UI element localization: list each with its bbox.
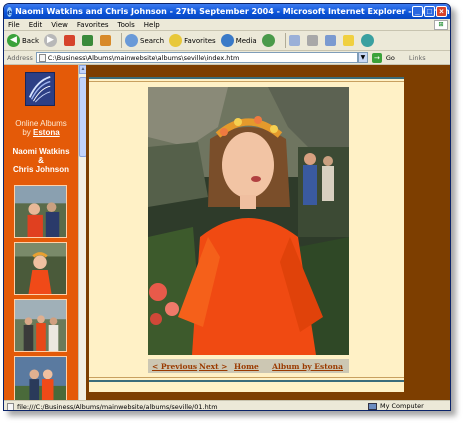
back-button[interactable]: ◀ Back xyxy=(7,34,39,47)
stop-icon xyxy=(64,35,75,46)
bottom-divider xyxy=(89,380,404,382)
mail-icon xyxy=(288,35,300,46)
search-icon xyxy=(125,34,138,47)
top-divider-thin xyxy=(89,81,404,82)
media-button[interactable]: Media xyxy=(220,34,257,47)
search-button[interactable]: Search xyxy=(125,34,164,47)
history-button[interactable] xyxy=(261,34,277,47)
search-label: Search xyxy=(140,36,165,45)
go-button[interactable]: → Go xyxy=(371,52,395,63)
media-icon xyxy=(220,34,234,47)
history-icon xyxy=(261,34,275,47)
menu-edit[interactable]: Edit xyxy=(29,21,43,29)
star-icon xyxy=(169,34,183,47)
page-content: Online Albums by Estona Naomi Watkins & … xyxy=(4,65,450,400)
discuss-button[interactable] xyxy=(342,35,356,46)
menu-file[interactable]: File xyxy=(8,21,20,29)
title-bar[interactable]: e Naomi Watkins and Chris Johnson - 27th… xyxy=(4,4,450,19)
thumbnail-1[interactable] xyxy=(14,185,67,238)
home-button[interactable] xyxy=(100,35,113,46)
forward-button[interactable]: ▶ xyxy=(44,34,59,47)
thumbnail-4[interactable] xyxy=(14,356,67,400)
address-label: Address xyxy=(7,53,33,62)
media-label: Media xyxy=(235,36,257,45)
browser-window: e Naomi Watkins and Chris Johnson - 27th… xyxy=(3,3,451,411)
refresh-button[interactable] xyxy=(82,35,95,46)
ampersand: & xyxy=(38,156,44,165)
maximize-button[interactable]: □ xyxy=(424,6,435,17)
stop-button[interactable] xyxy=(64,35,77,46)
menu-bar: File Edit View Favorites Tools Help ⊞ xyxy=(4,19,450,31)
windows-logo-icon: ⊞ xyxy=(434,20,448,30)
go-arrow-icon: → xyxy=(371,52,382,63)
security-zone: My Computer xyxy=(368,402,424,410)
thumbnail-3[interactable] xyxy=(14,299,67,352)
bottom-divider-thin xyxy=(89,377,404,378)
window-title: Naomi Watkins and Chris Johnson - 27th S… xyxy=(15,7,451,16)
go-label: Go xyxy=(385,53,395,62)
zone-label: My Computer xyxy=(380,402,424,410)
main-area: < Previous Next > Home Album by Estona xyxy=(86,65,432,400)
name-naomi: Naomi Watkins xyxy=(12,147,70,156)
site-logo[interactable] xyxy=(25,72,55,106)
main-photo xyxy=(148,87,349,355)
toolbar: ◀ Back ▶ Search Favorites Media xyxy=(4,31,450,51)
menu-favorites[interactable]: Favorites xyxy=(77,21,109,29)
photo-navigation: < Previous Next > Home Album by Estona xyxy=(148,359,349,373)
back-label: Back xyxy=(22,36,39,45)
top-divider xyxy=(89,77,404,79)
photo-panel: < Previous Next > Home Album by Estona xyxy=(89,77,404,392)
ie-icon: e xyxy=(7,6,13,17)
thumbnail-2[interactable] xyxy=(14,242,67,295)
page-icon xyxy=(7,402,14,410)
print-icon xyxy=(306,35,318,46)
menu-view[interactable]: View xyxy=(51,21,68,29)
next-link[interactable]: Next > xyxy=(199,362,227,371)
status-bar: file:///C:/Business/Albums/mainwebsite/a… xyxy=(4,400,450,411)
name-chris: Chris Johnson xyxy=(12,165,69,174)
favorites-label: Favorites xyxy=(184,36,216,45)
address-bar: Address C:\Business\Albums\mainwebsite\a… xyxy=(4,51,450,65)
edit-icon xyxy=(324,35,336,46)
messenger-icon xyxy=(360,34,374,47)
forward-arrow-icon: ▶ xyxy=(44,34,57,47)
sidebar-scrollbar[interactable]: ▲ xyxy=(78,65,87,400)
close-button[interactable]: × xyxy=(436,6,447,17)
estona-link[interactable]: Estona xyxy=(33,128,60,137)
status-url: file:///C:/Business/Albums/mainwebsite/a… xyxy=(17,402,218,411)
album-by-link[interactable]: Album by Estona xyxy=(272,362,343,371)
address-input[interactable]: C:\Business\Albums\mainwebsite\albums\se… xyxy=(35,52,358,63)
by-line: by Estona xyxy=(4,128,78,137)
address-value: C:\Business\Albums\mainwebsite\albums\se… xyxy=(47,53,240,62)
page-icon xyxy=(38,53,46,62)
address-dropdown-button[interactable]: ▼ xyxy=(357,52,368,63)
edit-button[interactable] xyxy=(324,35,338,46)
refresh-icon xyxy=(82,35,93,46)
menu-tools[interactable]: Tools xyxy=(118,21,135,29)
by-text: by xyxy=(22,128,31,137)
favorites-button[interactable]: Favorites xyxy=(169,34,216,47)
sidebar: Online Albums by Estona Naomi Watkins & … xyxy=(4,65,78,400)
previous-link[interactable]: < Previous xyxy=(152,362,197,371)
computer-icon xyxy=(368,402,377,410)
messenger-button[interactable] xyxy=(360,34,376,47)
minimize-button[interactable]: _ xyxy=(412,6,423,17)
mail-button[interactable] xyxy=(288,35,302,46)
print-button[interactable] xyxy=(306,35,320,46)
discuss-icon xyxy=(342,35,354,46)
home-icon xyxy=(100,35,111,46)
home-link[interactable]: Home xyxy=(234,362,259,371)
menu-help[interactable]: Help xyxy=(144,21,160,29)
online-albums-text: Online Albums xyxy=(15,119,67,128)
links-button[interactable]: Links xyxy=(409,54,426,62)
back-arrow-icon: ◀ xyxy=(7,34,20,47)
